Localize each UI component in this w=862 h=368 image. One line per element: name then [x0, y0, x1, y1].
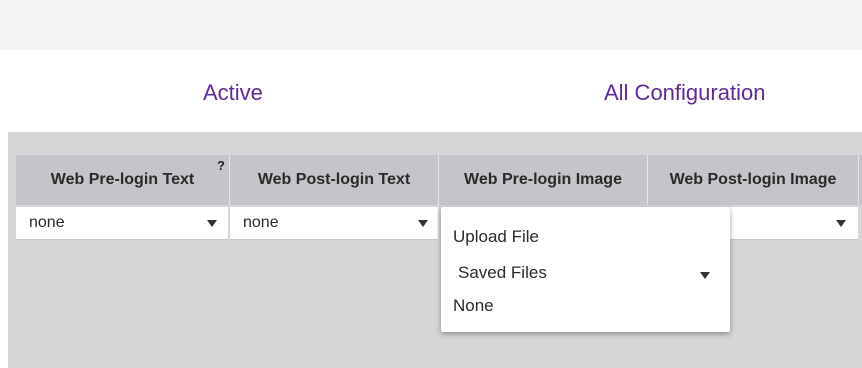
header-web-pre-login-image: Web Pre-login Image [464, 171, 622, 188]
chevron-down-icon [207, 220, 217, 227]
menu-item-upload-file[interactable]: Upload File [453, 227, 539, 247]
tab-all-configuration[interactable]: All Configuration [604, 80, 765, 106]
pre-login-image-dropdown-menu: Upload File Saved Files None [441, 207, 730, 332]
top-bar [0, 0, 862, 50]
chevron-down-icon [418, 220, 428, 227]
menu-item-none[interactable]: None [453, 296, 494, 316]
chevron-down-icon [836, 220, 846, 227]
pre-login-text-select[interactable]: none [16, 207, 228, 240]
header-web-post-login-text: Web Post-login Text [257, 171, 411, 188]
post-login-text-select[interactable]: none [230, 207, 438, 240]
help-icon[interactable]: ? [217, 158, 225, 173]
header-divider [858, 155, 859, 205]
menu-item-saved-files[interactable]: Saved Files [458, 263, 547, 283]
header-web-post-login-image: Web Post-login Image [669, 171, 837, 188]
header-web-pre-login-text: Web Pre-login Text [50, 171, 195, 188]
select-value: none [29, 214, 65, 231]
tab-active[interactable]: Active [203, 80, 263, 106]
chevron-down-icon[interactable] [700, 272, 710, 279]
select-value: none [243, 214, 279, 231]
